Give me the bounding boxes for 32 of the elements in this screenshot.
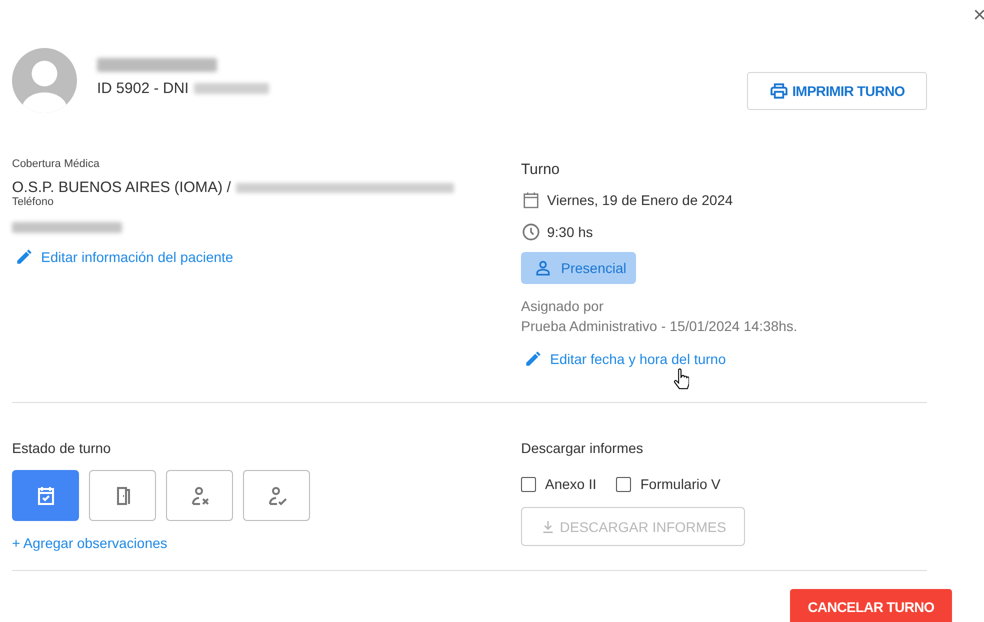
- pencil-icon: [15, 248, 33, 266]
- patient-id: ID 5902 - DNI: [97, 80, 189, 97]
- printer-icon: [769, 81, 790, 101]
- hand-cursor-icon: [673, 368, 689, 390]
- cancel-button[interactable]: CANCELAR TURNO: [790, 589, 952, 622]
- edit-date-link[interactable]: Editar fecha y hora del turno: [521, 350, 726, 368]
- appointment-title: Turno: [521, 161, 560, 178]
- reports-title: Descargar informes: [521, 440, 644, 456]
- status-title: Estado de turno: [12, 440, 111, 456]
- add-notes-link[interactable]: + Agregar observaciones: [12, 535, 168, 551]
- checkbox-label: Formulario V: [640, 476, 721, 492]
- coverage-value: O.S.P. BUENOS AIRES (IOMA) /: [12, 179, 231, 196]
- avatar-icon: [12, 48, 77, 113]
- calendar-icon: [521, 190, 541, 210]
- assigned-value: Prueba Administrativo - 15/01/2024 14:38hs.: [521, 318, 798, 334]
- checkbox[interactable]: [521, 476, 536, 492]
- coverage-label: Cobertura Médica: [12, 158, 100, 170]
- attendance-chip: Presencial: [521, 252, 636, 284]
- appointment-date: Viernes, 19 de Enero de 2024: [547, 192, 733, 208]
- phone-label: Teléfono: [12, 196, 54, 208]
- status-button[interactable]: [243, 470, 310, 521]
- status-button[interactable]: [12, 470, 79, 521]
- checkbox[interactable]: [616, 476, 632, 492]
- appointment-time: 9:30 hs: [547, 224, 593, 240]
- checkbox-label: Anexo II: [545, 476, 596, 492]
- edit-patient-link[interactable]: Editar información del paciente: [12, 248, 234, 266]
- clock-icon: [521, 222, 541, 242]
- pencil-icon: [524, 350, 542, 368]
- status-button[interactable]: [166, 470, 233, 521]
- assigned-label: Asignado por: [521, 298, 604, 314]
- status-button[interactable]: [89, 470, 156, 521]
- print-button[interactable]: IMPRIMIR TURNO: [747, 72, 927, 110]
